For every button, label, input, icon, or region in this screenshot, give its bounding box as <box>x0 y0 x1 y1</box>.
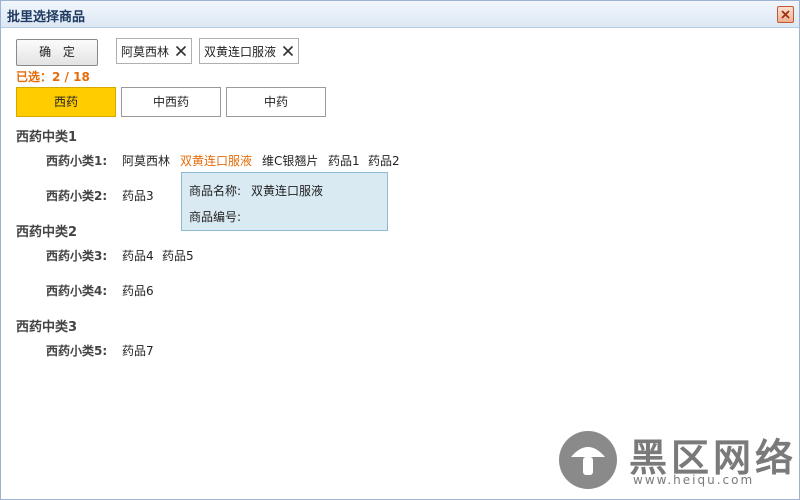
tooltip-name-value: 双黄连口服液 <box>251 184 324 198</box>
watermark: 黑区网络 www.heiqu.com <box>559 429 793 491</box>
close-icon <box>781 10 790 19</box>
product-item[interactable]: 阿莫西林 <box>122 152 170 169</box>
chip-label: 阿莫西林 <box>121 44 170 59</box>
chip-label: 双黄连口服液 <box>204 44 277 59</box>
tooltip-code-label: 商品编号: <box>189 210 242 224</box>
confirm-button[interactable]: 确 定 <box>16 39 98 66</box>
product-item[interactable]: 药品2 <box>368 152 400 169</box>
x-icon[interactable] <box>282 45 294 57</box>
product-item[interactable]: 药品3 <box>122 187 154 204</box>
product-item[interactable]: 维C银翘片 <box>262 152 318 169</box>
window-title: 批里选择商品 <box>7 10 86 25</box>
title-bar: 批里选择商品 <box>1 1 799 28</box>
subcategory-label: 西药小类5: <box>46 344 108 358</box>
tab-sino-western[interactable]: 中西药 <box>121 87 221 117</box>
product-item-highlighted[interactable]: 双黄连口服液 <box>180 152 252 169</box>
tooltip-name-label: 商品名称: <box>189 184 242 198</box>
subcategory-label: 西药小类1: <box>46 154 108 168</box>
category-title: 西药中类2 <box>16 225 78 240</box>
tooltip-code-row: 商品编号: <box>189 208 251 225</box>
dialog-window: 批里选择商品 确 定 阿莫西林 双黄连口服液 已选：2 / 18 西药 中西药 … <box>0 0 800 500</box>
category-title: 西药中类1 <box>16 130 78 145</box>
product-item[interactable]: 药品6 <box>122 282 154 299</box>
tooltip-name-row: 商品名称: 双黄连口服液 <box>189 182 323 199</box>
x-icon[interactable] <box>175 45 187 57</box>
subcategory-label: 西药小类4: <box>46 284 108 298</box>
product-item[interactable]: 药品1 <box>328 152 360 169</box>
subcategory-label: 西药小类2: <box>46 189 108 203</box>
category-title: 西药中类3 <box>16 320 78 335</box>
product-item[interactable]: 药品5 <box>162 247 194 264</box>
product-tooltip: 商品名称: 双黄连口服液 商品编号: <box>181 172 388 231</box>
tab-western[interactable]: 西药 <box>16 87 116 117</box>
watermark-url: www.heiqu.com <box>633 473 755 487</box>
selected-count: 已选：2 / 18 <box>16 70 90 84</box>
product-item[interactable]: 药品4 <box>122 247 154 264</box>
selected-chip-amoxicillin: 阿莫西林 <box>116 38 193 64</box>
tab-chinese[interactable]: 中药 <box>226 87 326 117</box>
product-item[interactable]: 药品7 <box>122 342 154 359</box>
subcategory-label: 西药小类3: <box>46 249 108 263</box>
mushroom-logo-icon <box>559 431 617 489</box>
selected-chip-shuanghuanglian: 双黄连口服液 <box>199 38 300 64</box>
close-button[interactable] <box>777 6 794 23</box>
